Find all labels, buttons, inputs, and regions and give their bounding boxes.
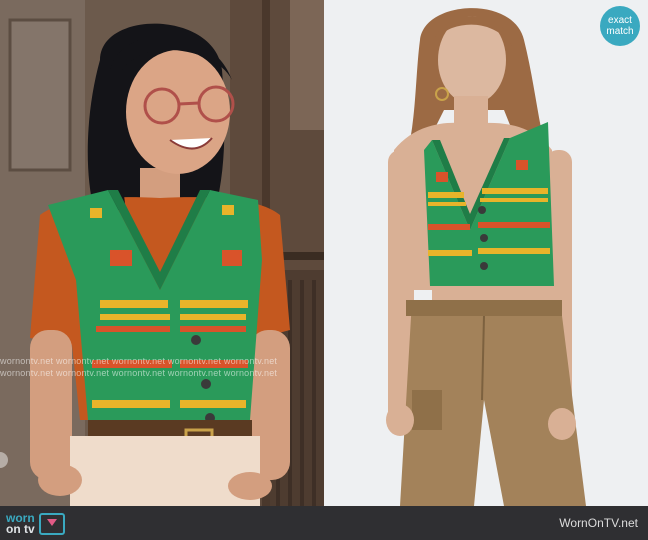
right-photo-illustration bbox=[324, 0, 648, 506]
right-photo-panel: exact match bbox=[324, 0, 648, 506]
footer-site-name: WornOnTV.net bbox=[559, 516, 638, 530]
watermark-row: wornontv.net wornontv.net wornontv.net w… bbox=[0, 356, 278, 366]
footer-bar: worn on tv WornOnTV.net bbox=[0, 506, 648, 540]
watermark-row: wornontv.net wornontv.net wornontv.net w… bbox=[0, 368, 278, 378]
left-photo-panel: wornontv.net wornontv.net wornontv.net w… bbox=[0, 0, 324, 506]
left-photo-illustration bbox=[0, 0, 324, 506]
wornontv-logo[interactable]: worn on tv bbox=[6, 510, 90, 538]
exact-match-badge: exact match bbox=[600, 6, 640, 46]
logo-wordmark: worn on tv bbox=[6, 511, 35, 536]
tv-icon bbox=[38, 513, 65, 535]
